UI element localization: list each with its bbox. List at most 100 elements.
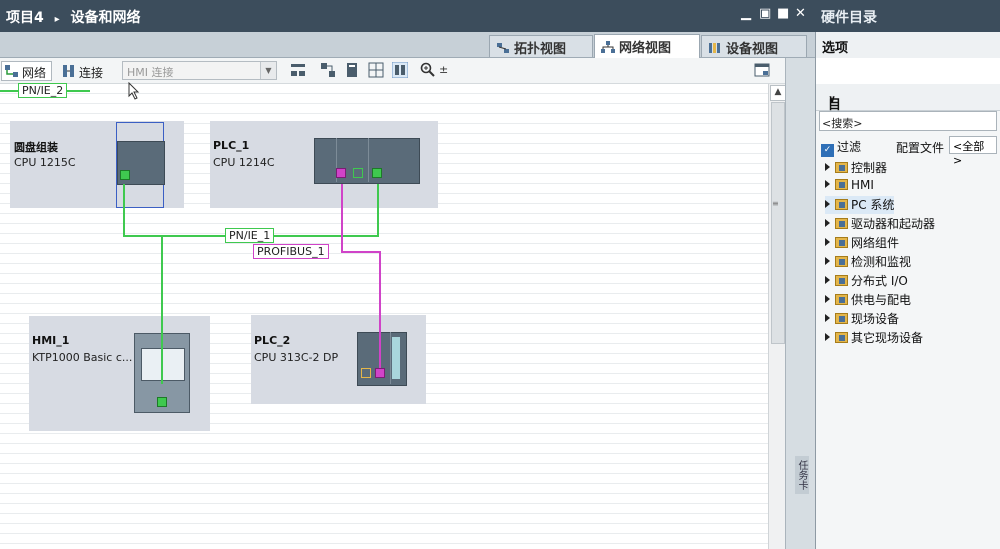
folder-icon [835, 332, 848, 343]
device-name: 圆盘组装 [14, 141, 58, 154]
folder-icon [835, 179, 848, 190]
profinet-port[interactable] [120, 170, 130, 180]
expand-icon[interactable] [825, 180, 830, 188]
chevron-down-icon: ▼ [260, 62, 276, 79]
device-plc2[interactable]: PLC_2 CPU 313C-2 DP [251, 315, 426, 404]
task-card-tab[interactable]: 任务卡 [795, 456, 809, 494]
folder-icon [835, 237, 848, 248]
pn-ie-1-label[interactable]: PN/IE_1 [225, 228, 275, 243]
profibus-port[interactable] [336, 168, 346, 178]
close-icon[interactable]: ✕ [795, 6, 806, 21]
grid-icon[interactable] [368, 62, 384, 78]
addresses-icon[interactable] [320, 62, 336, 78]
profile-select[interactable]: <全部> [949, 136, 997, 167]
expand-icon[interactable] [825, 295, 830, 303]
connection-icon [63, 65, 74, 77]
device-type: CPU 313C-2 DP [254, 351, 339, 364]
catalog-item-other-field-devices[interactable]: 其它现场设备 [825, 329, 923, 347]
catalog-header[interactable]: ∨目录 [816, 84, 1000, 132]
tab-topology-view[interactable]: 拓扑视图 [489, 35, 593, 57]
zoom-extra-icon[interactable]: ± [439, 63, 448, 76]
restore-icon[interactable]: ▣ [759, 6, 771, 21]
project-name[interactable]: 项目4 [6, 10, 44, 26]
expand-icon[interactable] [825, 257, 830, 265]
zoom-icon[interactable] [420, 62, 436, 78]
catalog-item-drives[interactable]: 驱动器和起动器 [825, 215, 935, 233]
expand-icon[interactable] [825, 333, 830, 341]
device-hmi1[interactable]: HMI_1 KTP1000 Basic c... [29, 316, 210, 431]
catalog-item-hmi[interactable]: HMI [825, 178, 874, 196]
expand-icon[interactable] [825, 200, 830, 208]
mpi-port[interactable] [361, 368, 371, 378]
catalog-item-field-devices[interactable]: 现场设备 [825, 310, 899, 328]
device-overview-icon[interactable] [344, 62, 360, 78]
network-icon [601, 41, 615, 53]
network-toolbar: 网络 连接 HMI 连接 ▼ ± [0, 58, 785, 84]
expand-icon[interactable] [825, 314, 830, 322]
hmi-connection-select[interactable]: HMI 连接 ▼ [122, 61, 277, 80]
profibus-port[interactable] [375, 368, 385, 378]
device-type: CPU 1214C [213, 156, 275, 169]
catalog-item-detecting-monitoring[interactable]: 检测和监视 [825, 253, 911, 271]
show-table-icon[interactable] [754, 62, 770, 78]
hmi-panel [134, 333, 190, 413]
editor-title-bar: 项目4 ▸ 设备和网络 ▁ ▣ ■ ✕ [0, 0, 815, 32]
tab-network-view[interactable]: 网络视图 [594, 34, 700, 58]
scroll-thumb[interactable] [771, 102, 785, 344]
task-card-strip: 任务卡 [785, 58, 815, 549]
topology-icon [497, 43, 509, 53]
selected-cpu-frame[interactable] [116, 122, 165, 208]
page-break-icon[interactable] [392, 62, 408, 78]
folder-icon [835, 162, 848, 173]
folder-icon [835, 313, 848, 324]
breadcrumb-separator-icon: ▸ [54, 14, 60, 25]
filter-checkbox[interactable]: ✓ 过滤 [821, 138, 861, 157]
minimize-icon[interactable]: ▁ [741, 6, 751, 21]
check-icon: ✓ [821, 144, 834, 157]
expand-icon[interactable] [825, 163, 830, 171]
folder-icon [835, 218, 848, 229]
device-type: CPU 1215C [14, 156, 76, 169]
options-header[interactable]: 选项 [816, 32, 1000, 59]
connection-mode-button[interactable]: 连接 [58, 61, 116, 81]
mouse-cursor-icon [128, 82, 140, 100]
catalog-item-controllers[interactable]: 控制器 [825, 159, 887, 177]
device-icon [709, 43, 720, 53]
folder-icon [835, 294, 848, 305]
device-name: PLC_2 [254, 334, 291, 347]
scroll-up-icon[interactable]: ▲ [770, 85, 786, 101]
catalog-item-power-supply[interactable]: 供电与配电 [825, 291, 911, 309]
catalog-item-pc-systems[interactable]: PC 系统 [825, 196, 895, 214]
tab-device-view[interactable]: 设备视图 [701, 35, 807, 57]
device-plc1[interactable]: PLC_1 CPU 1214C [210, 121, 438, 208]
scroll-grip-icon: ≡ [772, 199, 779, 208]
profile-label: 配置文件 [896, 141, 945, 155]
device-name: PLC_1 [213, 139, 250, 152]
editor-name: 设备和网络 [70, 10, 141, 26]
maximize-icon[interactable]: ■ [777, 6, 789, 21]
network-canvas[interactable]: PN/IE_2 圆盘组装 CPU 1215C PLC_1 CPU 1214C H… [0, 82, 768, 549]
catalog-item-distributed-io[interactable]: 分布式 I/O [825, 272, 908, 290]
catalog-item-network-components[interactable]: 网络组件 [825, 234, 899, 252]
profibus-1-label[interactable]: PROFIBUS_1 [253, 244, 329, 259]
hmi-screen [141, 348, 185, 381]
expand-icon[interactable] [825, 238, 830, 246]
profinet-port[interactable] [372, 168, 382, 178]
canvas-scrollbar[interactable]: ▲ ≡ [768, 84, 786, 549]
network-mode-icon [5, 65, 18, 77]
folder-icon [835, 256, 848, 267]
relations-icon[interactable] [290, 62, 306, 78]
network-mode-button[interactable]: 网络 [1, 61, 52, 81]
catalog-title-bar: 硬件目录 [815, 0, 1000, 32]
expand-icon[interactable] [825, 276, 830, 284]
profinet-port[interactable] [157, 397, 167, 407]
hardware-catalog-panel: 选项 ∨目录 <搜索> ✓过滤 配置文件 <全部> 控制器 HMI PC 系统 … [815, 32, 1000, 549]
port-2[interactable] [353, 168, 363, 178]
folder-icon [835, 199, 848, 210]
device-yuanpan[interactable]: 圆盘组装 CPU 1215C [10, 121, 184, 208]
device-type: KTP1000 Basic c... [32, 351, 133, 364]
catalog-search-input[interactable]: <搜索> [819, 111, 997, 131]
pn-ie-2-label[interactable]: PN/IE_2 [18, 83, 68, 98]
expand-icon[interactable] [825, 219, 830, 227]
folder-icon [835, 275, 848, 286]
